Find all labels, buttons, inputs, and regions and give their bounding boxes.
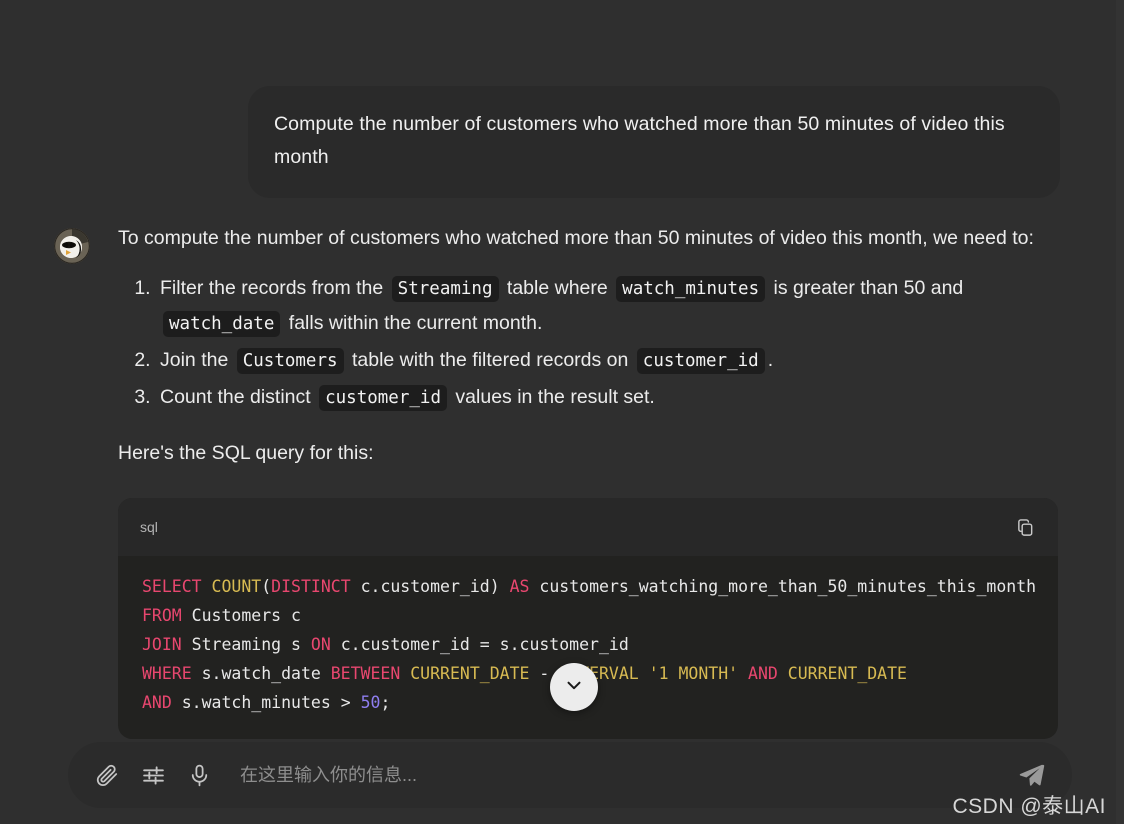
message-input[interactable] [238,763,1004,787]
code-token: c.customer_id) [350,577,510,596]
code-language-label: sql [140,518,158,535]
code-token: JOIN [142,635,182,654]
user-message-bubble: Compute the number of customers who watc… [248,86,1060,198]
microphone-icon[interactable] [186,762,212,788]
chat-conversation-area: Compute the number of customers who watc… [0,0,1116,824]
assistant-step-1: Filter the records from the Streaming ta… [156,271,1058,341]
assistant-message-row: To compute the number of customers who w… [0,198,1116,739]
code-token: BETWEEN [330,664,401,683]
chevron-down-icon [563,674,585,701]
sliders-icon[interactable] [140,762,166,788]
assistant-step-3: Count the distinct customer_id values in… [156,380,1058,415]
assistant-step-2: Join the Customers table with the filter… [156,343,1058,378]
paperclip-icon[interactable] [94,762,120,788]
code-token: SELECT [142,577,202,596]
send-icon[interactable] [1016,760,1046,790]
code-token: 50 [360,693,381,712]
code-token: FROM [142,606,182,625]
message-composer [68,742,1072,808]
scroll-to-bottom-button[interactable] [550,663,598,711]
code-token: ON [310,635,331,654]
inline-code-chip: customer_id [636,348,765,374]
code-token: '1 MONTH' [648,664,739,683]
code-token: AND [748,664,778,683]
assistant-steps-list: Filter the records from the Streaming ta… [118,271,1058,415]
code-block-header: sql [118,498,1058,556]
sql-intro-paragraph: Here's the SQL query for this: [118,442,374,464]
code-token: AND [142,693,172,712]
code-token: COUNT [211,577,262,596]
code-token: c.customer_id = s.customer_id [330,635,629,654]
user-message-row: Compute the number of customers who watc… [0,0,1116,198]
code-token: ; [380,693,391,712]
inline-code-chip: Streaming [391,276,499,302]
code-token: DISTINCT [271,577,351,596]
code-token: s.watch_date [191,664,331,683]
inline-code-chip: customer_id [319,385,447,411]
assistant-intro-paragraph: To compute the number of customers who w… [118,227,1034,249]
code-token: Streaming s [181,635,311,654]
inline-code-chip: Customers [236,348,344,374]
right-edge-strip [1116,0,1124,824]
code-token: s.watch_minutes > [171,693,361,712]
sql-code-content: SELECT COUNT(DISTINCT c.customer_id) AS … [118,556,1058,739]
code-token: ( [261,577,272,596]
code-token: Customers c [181,606,301,625]
inline-code-chip: watch_minutes [616,276,766,302]
code-token: CURRENT_DATE [787,664,907,683]
assistant-avatar [54,228,90,264]
inline-code-chip: watch_date [163,311,281,337]
copy-icon[interactable] [1014,516,1036,538]
assistant-message-body: To compute the number of customers who w… [118,222,1058,739]
code-token: WHERE [142,664,192,683]
code-token: customers_watching_more_than_50_minutes_… [529,577,1037,596]
code-token: CURRENT_DATE [410,664,530,683]
code-token: AS [509,577,530,596]
